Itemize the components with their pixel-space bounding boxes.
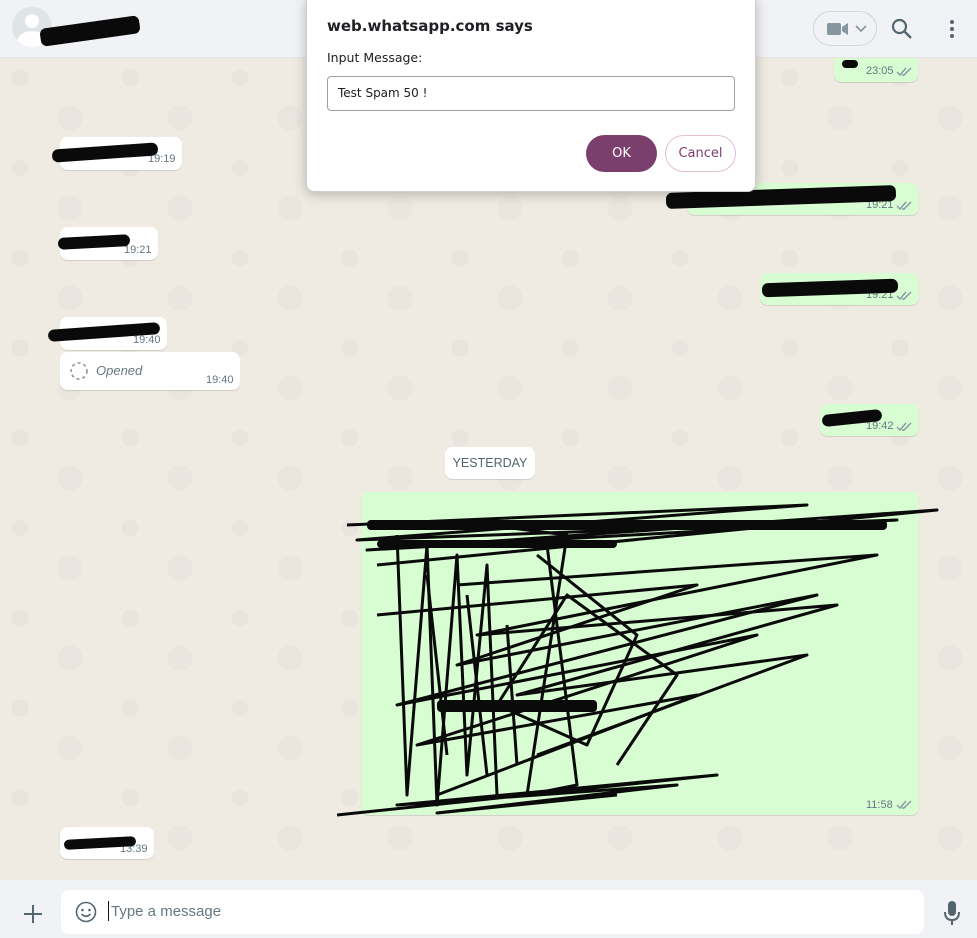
kebab-menu-icon[interactable] [949,19,955,39]
message-time: 19:40 [133,334,161,346]
emoji-icon[interactable] [75,901,97,923]
message-time: 23:05 [866,65,894,77]
loading-spinner-icon [70,362,88,380]
redaction-scribble [337,503,939,817]
dialog-title: web.whatsapp.com says [327,17,533,35]
message-time: 19:21 [124,244,152,256]
redaction-scribble [842,60,858,68]
double-check-icon [896,291,912,301]
cancel-button[interactable]: Cancel [665,135,736,172]
double-check-icon [896,201,912,211]
redaction-scribble [39,15,141,47]
view-once-bubble[interactable]: Opened 19:40 [60,352,240,390]
browser-prompt-dialog: web.whatsapp.com says Input Message: Tes… [306,0,756,192]
microphone-icon[interactable] [943,900,961,926]
plus-icon[interactable] [23,904,43,924]
day-separator: YESTERDAY [445,447,535,479]
text-caret [108,901,109,921]
message-bubble-out[interactable]: 23:05 [834,58,918,82]
video-camera-icon [827,23,848,35]
message-time: 19:40 [206,374,234,386]
search-icon[interactable] [891,18,913,40]
view-once-status: Opened [96,363,143,378]
video-call-button[interactable] [813,11,877,46]
chevron-down-icon [855,25,867,33]
message-input[interactable]: Type a message [61,890,924,934]
double-check-icon [896,67,912,77]
dialog-input[interactable]: Test Spam 50 ! [327,76,735,111]
double-check-icon [896,422,912,432]
ok-button[interactable]: OK [586,135,657,172]
message-placeholder: Type a message [111,903,222,920]
composer-bar: Type a message [0,880,977,938]
dialog-label: Input Message: [327,50,423,65]
avatar-head [25,14,39,28]
